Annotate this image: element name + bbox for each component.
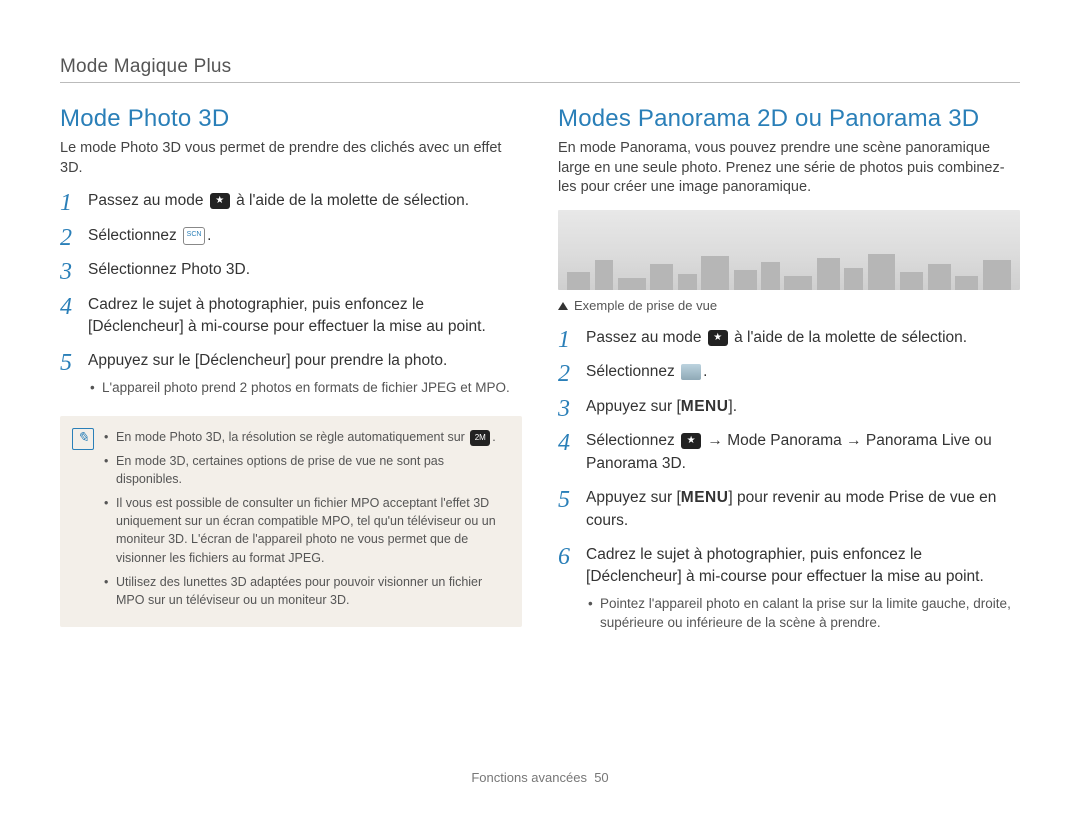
step-text: ] à mi-course pour effectuer la mise au … bbox=[677, 568, 983, 585]
step-text: . bbox=[246, 261, 250, 278]
step: Passez au mode à l'aide de la molette de… bbox=[558, 327, 1020, 349]
skyline-illustration bbox=[558, 252, 1020, 290]
heading-panorama: Modes Panorama 2D ou Panorama 3D bbox=[558, 105, 1020, 133]
step-bold: Mode Panorama bbox=[727, 432, 842, 449]
caption-triangle-icon bbox=[558, 302, 568, 310]
left-column: Mode Photo 3D Le mode Photo 3D vous perm… bbox=[60, 101, 522, 645]
step-text: Passez au mode bbox=[88, 192, 208, 209]
panorama-example-image bbox=[558, 210, 1020, 290]
page: Mode Magique Plus Mode Photo 3D Le mode … bbox=[0, 0, 1080, 815]
scn-icon bbox=[183, 227, 205, 245]
step-text: Appuyez sur [ bbox=[586, 398, 681, 415]
footer-section: Fonctions avancées bbox=[471, 770, 587, 785]
step-text: Appuyez sur [ bbox=[586, 489, 681, 506]
step-bold: Photo 3D bbox=[181, 261, 246, 278]
camera-icon bbox=[681, 433, 701, 449]
note-item: Il vous est possible de consulter un fic… bbox=[104, 494, 508, 567]
steps-panorama: Passez au mode à l'aide de la molette de… bbox=[558, 327, 1020, 633]
step-text: ] pour prendre la photo. bbox=[286, 352, 447, 369]
step-text: Sélectionnez bbox=[88, 227, 181, 244]
step-text: Sélectionnez bbox=[586, 363, 679, 380]
step-bold: Panorama 3D bbox=[586, 455, 682, 472]
right-column: Modes Panorama 2D ou Panorama 3D En mode… bbox=[558, 101, 1020, 645]
arrow: → bbox=[842, 432, 866, 449]
note-text: En mode Photo 3D, la résolution se règle… bbox=[116, 430, 468, 444]
content-columns: Mode Photo 3D Le mode Photo 3D vous perm… bbox=[60, 101, 1020, 645]
step-bold: Déclencheur bbox=[92, 318, 179, 335]
step-sub: Pointez l'appareil photo en calant la pr… bbox=[586, 595, 1020, 633]
step-text: ou bbox=[970, 432, 992, 449]
step: Sélectionnez . bbox=[558, 361, 1020, 383]
steps-photo3d: Passez au mode à l'aide de la molette de… bbox=[60, 190, 522, 398]
step: Sélectionnez . bbox=[60, 225, 522, 247]
intro-panorama: En mode Panorama, vous pouvez prendre un… bbox=[558, 139, 1020, 198]
caption-text: Exemple de prise de vue bbox=[574, 298, 717, 313]
step-text: . bbox=[207, 227, 211, 244]
menu-label: MENU bbox=[681, 487, 729, 509]
step: Sélectionnez → Mode Panorama → Panorama … bbox=[558, 430, 1020, 475]
step: Sélectionnez Photo 3D. bbox=[60, 259, 522, 281]
note-list: En mode Photo 3D, la résolution se règle… bbox=[104, 428, 508, 609]
menu-label: MENU bbox=[681, 396, 729, 418]
note-box: ✎ En mode Photo 3D, la résolution se règ… bbox=[60, 416, 522, 627]
step-text: à l'aide de la molette de sélection. bbox=[730, 329, 967, 346]
panorama-icon bbox=[681, 364, 701, 380]
step: Appuyez sur [MENU]. bbox=[558, 396, 1020, 418]
step-text: ] à mi-course pour effectuer la mise au … bbox=[179, 318, 485, 335]
step-bold: Déclencheur bbox=[590, 568, 677, 585]
image-caption: Exemple de prise de vue bbox=[558, 298, 1020, 313]
step: Passez au mode à l'aide de la molette de… bbox=[60, 190, 522, 212]
step-bold: Déclencheur bbox=[199, 352, 286, 369]
step-text: Sélectionnez bbox=[586, 432, 679, 449]
step-sub: L'appareil photo prend 2 photos en forma… bbox=[88, 379, 522, 398]
step: Appuyez sur [MENU] pour revenir au mode … bbox=[558, 487, 1020, 532]
note-item: En mode Photo 3D, la résolution se règle… bbox=[104, 428, 508, 446]
step-bold: Panorama Live bbox=[866, 432, 970, 449]
step-text: Passez au mode bbox=[586, 329, 706, 346]
intro-photo3d: Le mode Photo 3D vous permet de prendre … bbox=[60, 139, 522, 178]
step-text: Sélectionnez bbox=[88, 261, 181, 278]
mode-dial-icon bbox=[210, 193, 230, 209]
note-item: Utilisez des lunettes 3D adaptées pour p… bbox=[104, 573, 508, 609]
divider bbox=[60, 82, 1020, 83]
breadcrumb-title: Mode Magique Plus bbox=[60, 56, 1020, 78]
step-text: . bbox=[703, 363, 707, 380]
step-text: à l'aide de la molette de sélection. bbox=[232, 192, 469, 209]
step-text: Appuyez sur le [ bbox=[88, 352, 199, 369]
page-footer: Fonctions avancées 50 bbox=[0, 770, 1080, 785]
footer-page-number: 50 bbox=[594, 770, 608, 785]
step: Appuyez sur le [Déclencheur] pour prendr… bbox=[60, 350, 522, 397]
note-item: En mode 3D, certaines options de prise d… bbox=[104, 452, 508, 488]
note-text: . bbox=[492, 430, 495, 444]
step-text: ]. bbox=[728, 398, 737, 415]
resolution-2m-icon bbox=[470, 430, 490, 446]
step-text: . bbox=[682, 455, 686, 472]
heading-photo3d: Mode Photo 3D bbox=[60, 105, 522, 133]
mode-dial-icon bbox=[708, 330, 728, 346]
step: Cadrez le sujet à photographier, puis en… bbox=[558, 544, 1020, 633]
step: Cadrez le sujet à photographier, puis en… bbox=[60, 294, 522, 339]
note-icon: ✎ bbox=[72, 428, 94, 450]
